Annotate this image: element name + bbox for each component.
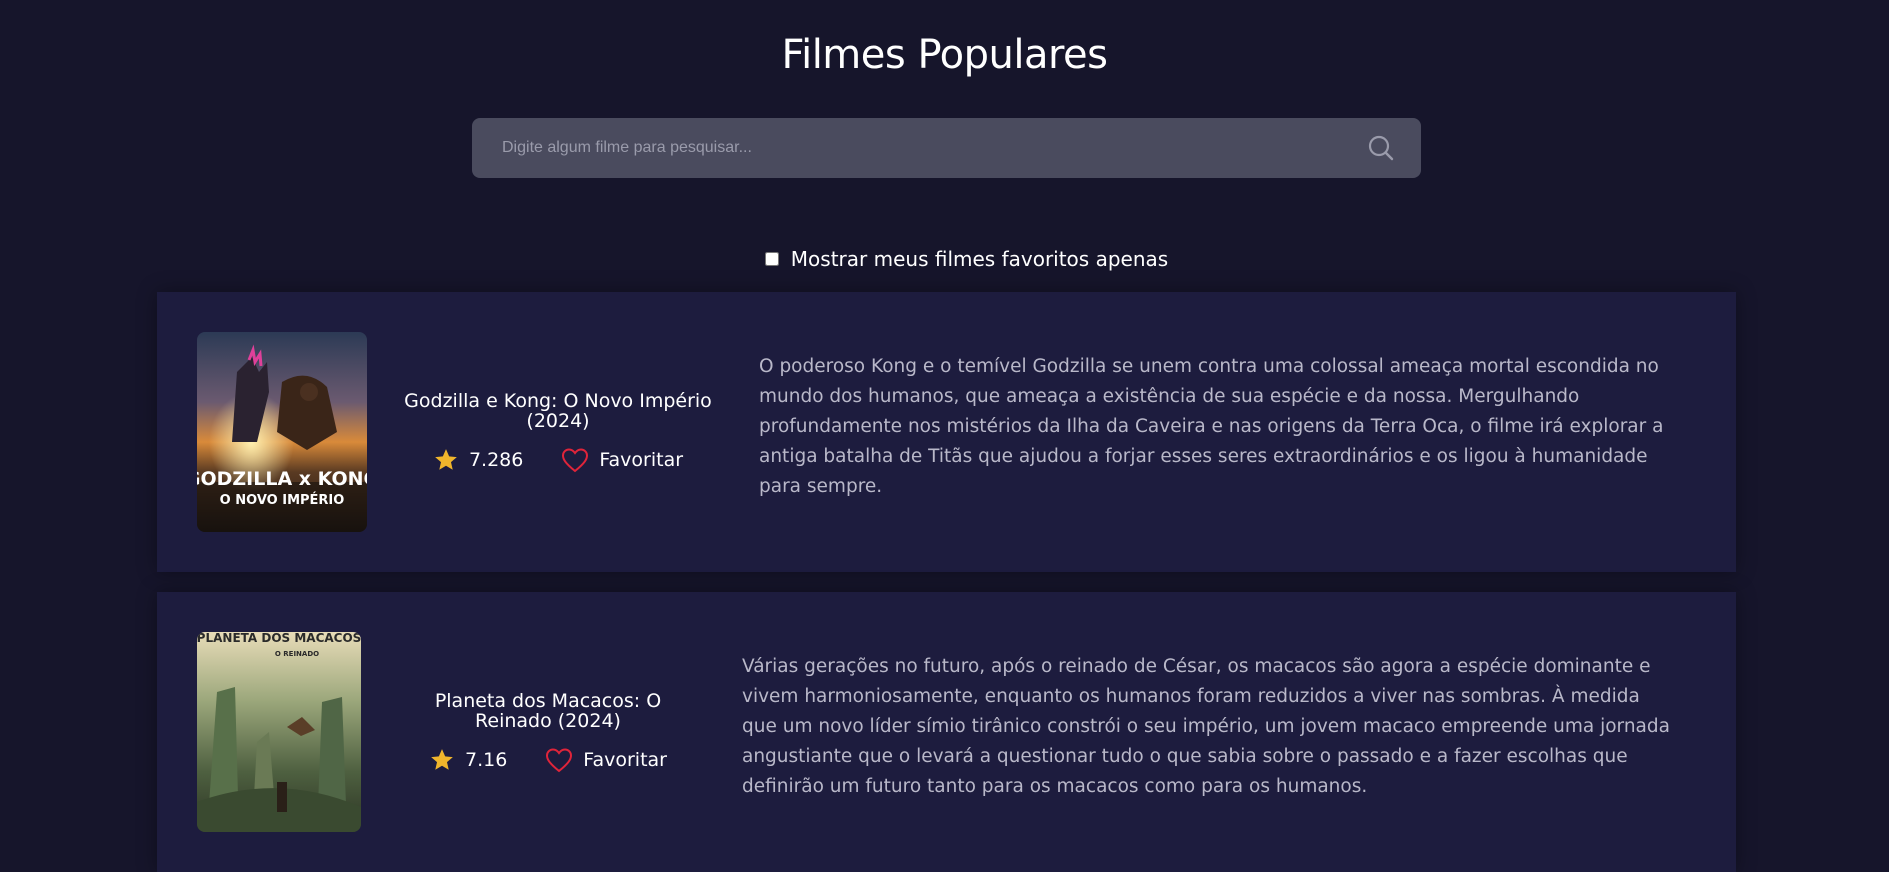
- rating: 7.286: [433, 447, 523, 473]
- poster-title-text: GODZILLA x KONG: [197, 468, 367, 490]
- poster-subtitle-text: O REINADO: [275, 650, 319, 658]
- favorite-label: Favoritar: [599, 449, 684, 471]
- favorites-checkbox[interactable]: [764, 252, 779, 266]
- star-icon: [431, 749, 453, 770]
- movie-title: Planeta dos Macacos: O Reinado (2024): [434, 690, 662, 732]
- movie-poster: GODZILLA x KONG O NOVO IMPÉRIO: [197, 332, 367, 532]
- description-text: Várias gerações no futuro, após o reinad…: [742, 656, 1670, 797]
- favorites-filter-label: Mostrar meus filmes favoritos apenas: [790, 247, 1169, 271]
- movie-meta: 7.286 Favoritar: [433, 447, 683, 473]
- movie-meta: 7.16 Favoritar: [429, 747, 667, 773]
- page-title: Filmes Populares: [781, 32, 1108, 78]
- movie-title: Godzilla e Kong: O Novo Império (2024): [404, 390, 712, 432]
- heart-icon: [546, 748, 573, 773]
- movie-description: Várias gerações no futuro, após o reinad…: [742, 592, 1678, 872]
- movie-poster: PLANETA DOS MACACOS O REINADO: [197, 632, 361, 832]
- search-bar: [472, 118, 1421, 178]
- movie-card: PLANETA DOS MACACOS O REINADO Planeta do…: [157, 592, 1736, 872]
- favorite-label: Favoritar: [583, 749, 667, 771]
- description-text: O poderoso Kong e o temível Godzilla se …: [759, 356, 1664, 497]
- star-icon: [435, 449, 457, 470]
- favorites-filter[interactable]: Mostrar meus filmes favoritos apenas: [0, 247, 1889, 271]
- rating-value: 7.16: [464, 749, 508, 771]
- favorite-button[interactable]: Favoritar: [561, 447, 683, 473]
- poster-subtitle-text: O NOVO IMPÉRIO: [220, 492, 345, 508]
- heart-icon: [562, 448, 589, 473]
- rating-value: 7.286: [468, 449, 524, 471]
- movie-card: GODZILLA x KONG O NOVO IMPÉRIO Godzilla …: [157, 292, 1736, 572]
- favorite-button[interactable]: Favoritar: [545, 747, 667, 773]
- poster-title-text: PLANETA DOS MACACOS: [197, 632, 361, 645]
- search-icon[interactable]: [1367, 134, 1395, 162]
- movie-info: Planeta dos Macacos: O Reinado (2024) 7.…: [397, 592, 699, 872]
- movie-description: O poderoso Kong e o temível Godzilla se …: [759, 292, 1678, 572]
- search-input[interactable]: [502, 139, 1367, 157]
- rating: 7.16: [429, 747, 507, 773]
- movie-info: Godzilla e Kong: O Novo Império (2024) 7…: [397, 292, 719, 572]
